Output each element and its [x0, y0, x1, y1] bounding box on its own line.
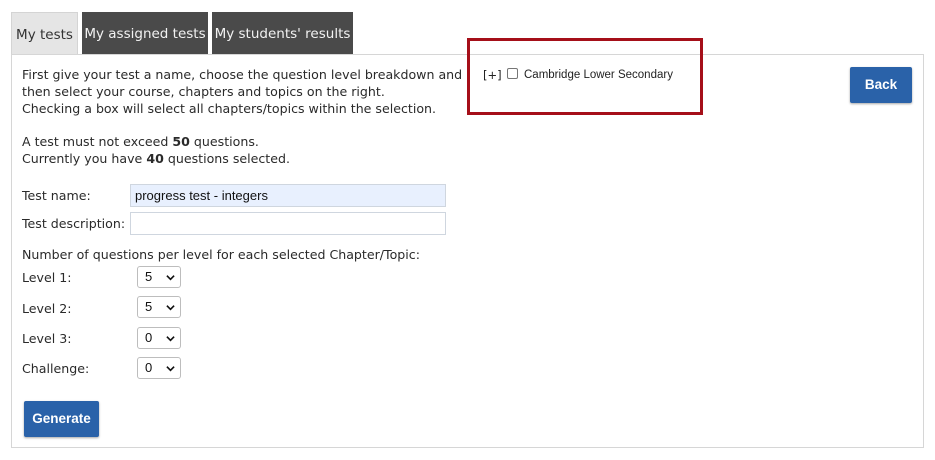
level-3-select[interactable]: 0 — [137, 327, 181, 349]
level-2-value: 5 — [145, 299, 153, 314]
current-questions-text: Currently you have 40 questions selected… — [22, 150, 290, 167]
back-button[interactable]: Back — [850, 67, 912, 103]
chevron-down-icon — [166, 366, 175, 372]
challenge-value: 0 — [145, 360, 153, 375]
max-questions-value: 50 — [172, 134, 190, 149]
max-prefix: A test must not exceed — [22, 134, 173, 149]
intro-line-1: First give your test a name, choose the … — [22, 67, 463, 82]
expand-toggle[interactable]: [+] — [483, 68, 502, 82]
level-2-label: Level 2: — [22, 301, 72, 316]
levels-heading: Number of questions per level for each s… — [22, 247, 420, 262]
test-description-label: Test description: — [22, 216, 126, 231]
tab-my-tests[interactable]: My tests — [11, 12, 78, 55]
chevron-down-icon — [166, 275, 175, 281]
tab-my-assigned-tests[interactable]: My assigned tests — [82, 12, 208, 54]
current-suffix: questions selected. — [163, 151, 290, 166]
course-checkbox[interactable] — [507, 68, 518, 79]
test-builder-panel: First give your test a name, choose the … — [11, 54, 924, 448]
chevron-down-icon — [166, 305, 175, 311]
current-questions-value: 40 — [146, 151, 164, 166]
intro-line-3: Checking a box will select all chapters/… — [22, 101, 437, 116]
level-1-value: 5 — [145, 269, 153, 284]
intro-line-2: then select your course, chapters and to… — [22, 84, 385, 99]
test-name-label: Test name: — [22, 188, 91, 203]
level-1-select[interactable]: 5 — [137, 266, 181, 288]
tab-my-students-results[interactable]: My students' results — [212, 12, 353, 54]
challenge-select[interactable]: 0 — [137, 357, 181, 379]
level-3-label: Level 3: — [22, 331, 72, 346]
max-suffix: questions. — [189, 134, 259, 149]
level-2-select[interactable]: 5 — [137, 296, 181, 318]
test-name-input[interactable] — [130, 184, 446, 207]
app-root: My tests My assigned tests My students' … — [0, 0, 935, 460]
generate-button[interactable]: Generate — [24, 401, 99, 437]
course-label[interactable]: Cambridge Lower Secondary — [524, 69, 673, 81]
max-questions-text: A test must not exceed 50 questions. — [22, 133, 259, 150]
current-prefix: Currently you have — [22, 151, 147, 166]
test-description-input[interactable] — [130, 212, 446, 235]
level-3-value: 0 — [145, 330, 153, 345]
challenge-label: Challenge: — [22, 361, 90, 376]
chevron-down-icon — [166, 336, 175, 342]
level-1-label: Level 1: — [22, 270, 72, 285]
